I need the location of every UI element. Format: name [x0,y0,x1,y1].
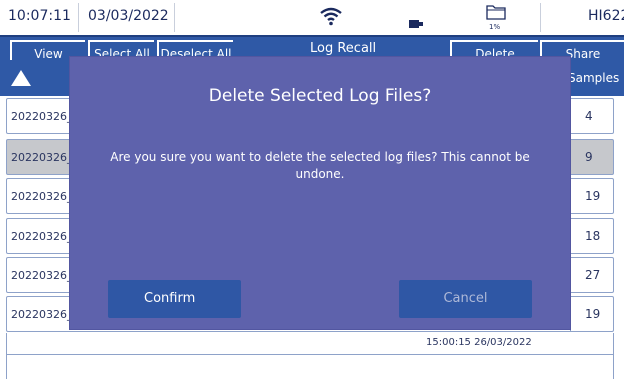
log-sample-count: 9 [585,150,593,164]
log-file-name: 20220326_ [11,308,73,321]
log-sample-count: 19 [585,307,601,321]
dialog-title: Delete Selected Log Files? [208,86,432,106]
log-sample-count: 18 [585,229,601,243]
log-sample-count: 4 [585,109,593,123]
samples-column-header[interactable]: Samples [568,71,619,85]
device-model: HI622 [588,8,624,24]
storage-folder-icon [486,3,506,24]
clock-time: 10:07:11 [8,8,71,24]
status-divider [540,3,541,32]
column-divider [570,297,571,331]
sort-ascending-icon[interactable] [10,69,32,91]
usb-drive-icon [409,13,423,32]
status-divider [78,3,79,32]
log-sample-count: 19 [585,189,601,203]
table-footer: 15:00:15 26/03/2022 [6,333,614,355]
status-bar: 10:07:11 03/03/2022 1% HI622 [0,0,624,35]
column-divider [570,179,571,213]
log-file-name: 20220326_( [11,151,77,164]
storage-percent: 1% [489,23,501,31]
log-file-name: 20220326_ [11,230,73,243]
wifi-icon [320,6,342,30]
dialog-message: Are you sure you want to delete the sele… [110,150,530,181]
cancel-button[interactable]: Cancel [399,280,532,318]
panel-border [6,354,7,379]
delete-confirm-dialog: Delete Selected Log Files? Are you sure … [70,57,570,329]
log-file-name: 20220326_ [11,269,73,282]
column-divider [570,258,571,292]
selected-file-timestamp: 15:00:15 26/03/2022 [426,337,532,348]
confirm-button[interactable]: Confirm [108,280,241,318]
status-divider [174,3,175,32]
status-date: 03/03/2022 [88,8,169,24]
column-divider [570,99,571,133]
column-divider [570,140,571,174]
column-divider [570,219,571,253]
log-file-name: 20220326_ [11,190,73,203]
log-sample-count: 27 [585,268,601,282]
panel-border [613,354,614,379]
page-title: Log Recall [310,41,377,56]
log-file-name: 20220326_( [11,110,77,123]
